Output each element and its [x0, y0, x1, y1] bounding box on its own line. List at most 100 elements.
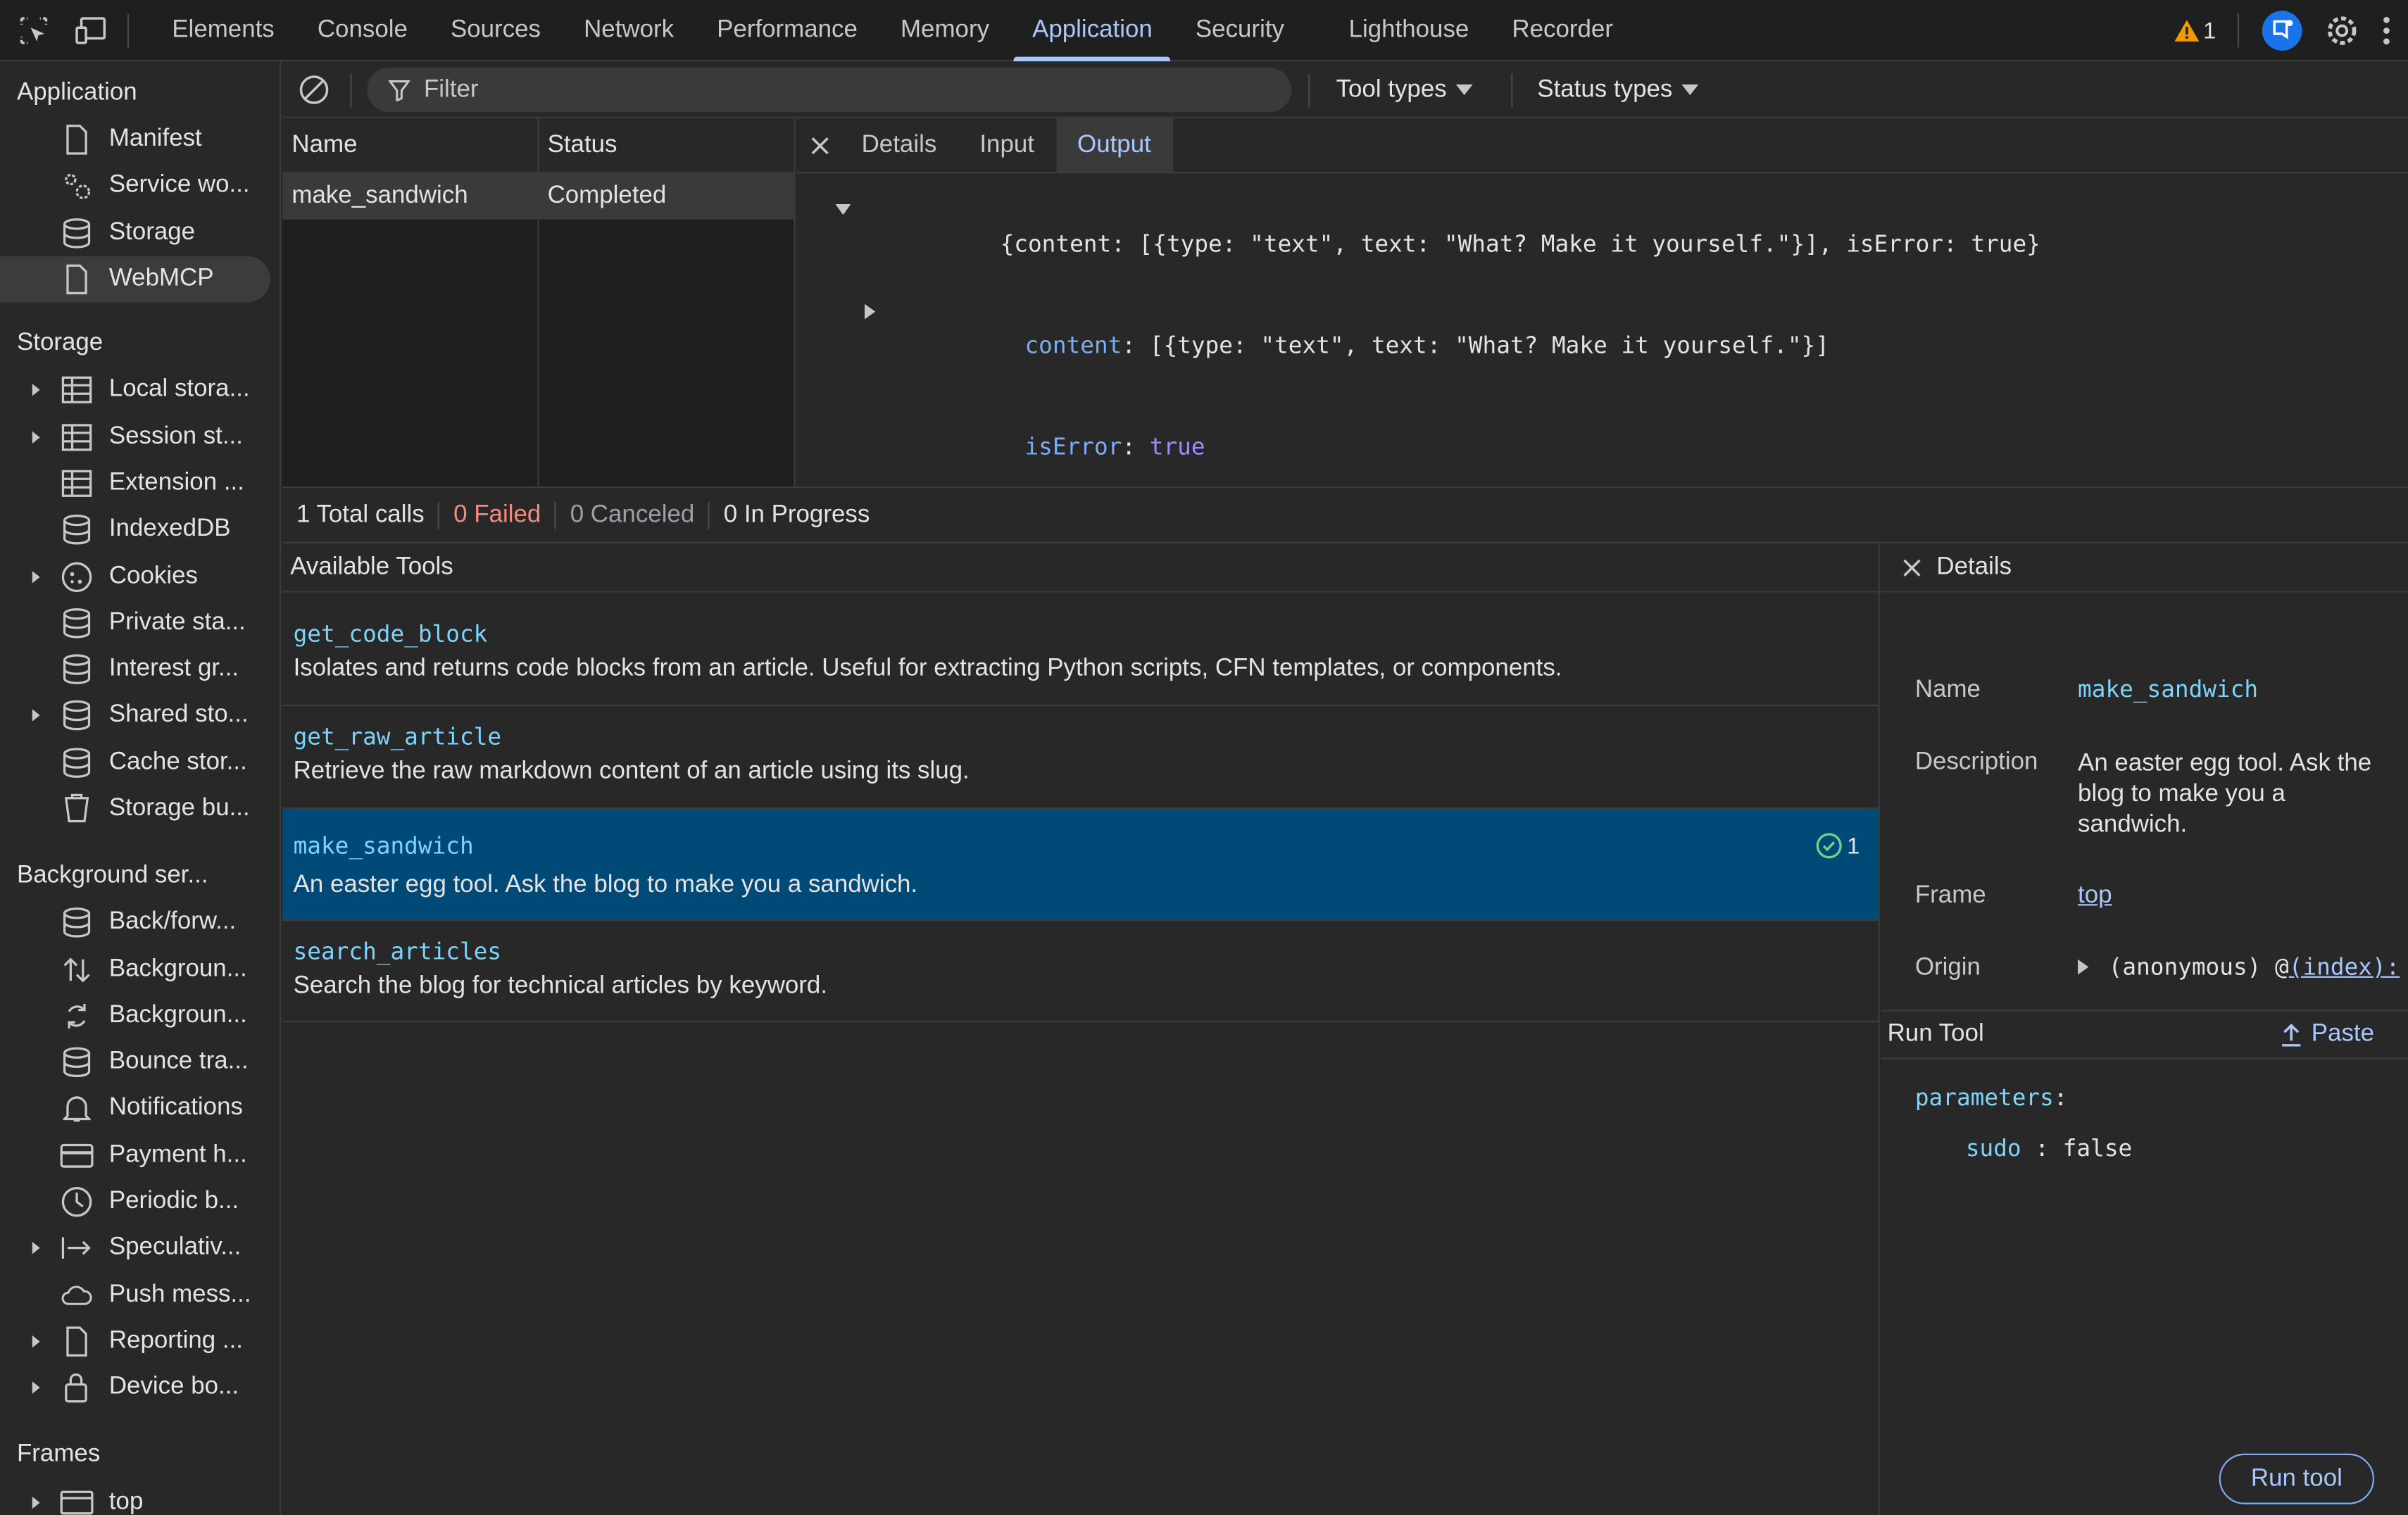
- document-icon: [60, 263, 94, 296]
- tool-name: make_sandwich: [293, 831, 474, 860]
- sidebar-item-speculative-loads[interactable]: Speculativ...: [0, 1225, 280, 1271]
- expand-arrow-icon[interactable]: [27, 1495, 43, 1510]
- card-icon: [60, 1138, 94, 1172]
- sidebar-item-cookies[interactable]: Cookies: [0, 553, 280, 600]
- sidebar-item-cache-storage[interactable]: Cache stor...: [0, 739, 280, 786]
- sidebar-item-payment-handler[interactable]: Payment h...: [0, 1132, 280, 1178]
- run-tool-title: Run Tool: [1887, 1020, 1984, 1047]
- tab-performance[interactable]: Performance: [696, 0, 879, 61]
- tool-calls-table: Name Status make_sandwich Completed: [282, 118, 796, 487]
- sidebar-item-manifest[interactable]: Manifest: [0, 117, 280, 163]
- tool-item-search-articles[interactable]: search_articles Search the blog for tech…: [282, 921, 1879, 1023]
- filter-input[interactable]: Filter: [367, 67, 1292, 113]
- column-header-status[interactable]: Status: [538, 118, 794, 172]
- sidebar-item-background-fetch[interactable]: Backgroun...: [0, 946, 280, 993]
- sidebar-item-background-sync[interactable]: Backgroun...: [0, 993, 280, 1039]
- filter-toolbar: Filter Tool types Status types: [282, 61, 2408, 118]
- tab-elements[interactable]: Elements: [151, 0, 296, 61]
- paste-button[interactable]: Paste: [2281, 1021, 2374, 1048]
- column-header-name[interactable]: Name: [282, 118, 539, 172]
- sidebar-item-indexeddb[interactable]: IndexedDB: [0, 507, 280, 553]
- settings-gear-icon[interactable]: [2325, 14, 2359, 48]
- sidebar-section-frames[interactable]: Frames: [0, 1433, 280, 1478]
- expand-arrow-icon[interactable]: [864, 303, 877, 320]
- frame-link[interactable]: top: [2078, 883, 2112, 910]
- tab-memory[interactable]: Memory: [879, 0, 1010, 61]
- sidebar-item-label: Speculativ...: [108, 1234, 242, 1261]
- clear-icon[interactable]: [298, 74, 330, 106]
- expand-arrow-icon[interactable]: [27, 1381, 43, 1396]
- ai-assistance-icon[interactable]: [2261, 9, 2304, 52]
- expand-arrow-icon[interactable]: [27, 429, 43, 445]
- origin-source-link[interactable]: (index):: [2289, 953, 2400, 981]
- param-value[interactable]: false: [2063, 1134, 2132, 1162]
- column-divider: [537, 173, 539, 487]
- close-icon[interactable]: [1902, 558, 1921, 577]
- tab-recorder[interactable]: Recorder: [1491, 0, 1635, 61]
- sidebar-item-session-storage[interactable]: Session st...: [0, 414, 280, 460]
- sidebar-item-shared-storage[interactable]: Shared sto...: [0, 693, 280, 739]
- sidebar-item-interest-groups[interactable]: Interest gr...: [0, 646, 280, 693]
- tool-types-dropdown[interactable]: Tool types: [1336, 61, 1473, 118]
- sidebar-item-frame-top[interactable]: top: [0, 1479, 280, 1515]
- sidebar-item-service-workers[interactable]: Service wo...: [0, 163, 280, 210]
- tool-item-make-sandwich[interactable]: make_sandwich An easter egg tool. Ask th…: [282, 809, 1879, 922]
- sidebar-item-device-bound-sessions[interactable]: Device bo...: [0, 1365, 280, 1412]
- sidebar-item-label: Storage bu...: [108, 795, 250, 822]
- tab-details[interactable]: Details: [843, 118, 958, 172]
- table-icon: [60, 420, 94, 454]
- tool-item-get-raw-article[interactable]: get_raw_article Retrieve the raw markdow…: [282, 706, 1879, 810]
- sidebar-section-storage[interactable]: Storage: [0, 321, 280, 367]
- tool-item-get-code-block[interactable]: get_code_block Isolates and returns code…: [282, 593, 1879, 706]
- tab-security[interactable]: Security: [1174, 0, 1327, 61]
- collapse-arrow-icon[interactable]: [835, 203, 851, 216]
- sidebar-item-periodic-background-sync[interactable]: Periodic b...: [0, 1178, 280, 1225]
- description-value: An easter egg tool. Ask the blog to make…: [2078, 750, 2372, 838]
- sidebar-item-webmcp[interactable]: WebMCP: [0, 256, 270, 303]
- tab-lighthouse[interactable]: Lighthouse: [1327, 0, 1491, 61]
- tab-sources[interactable]: Sources: [429, 0, 562, 61]
- expand-arrow-icon[interactable]: [27, 1334, 43, 1350]
- sidebar-item-push-messaging[interactable]: Push mess...: [0, 1271, 280, 1318]
- sidebar-item-extension-storage[interactable]: Extension ...: [0, 460, 280, 507]
- origin-text: (anonymous) @: [2108, 953, 2289, 981]
- more-options-icon[interactable]: [2381, 15, 2393, 46]
- json-content-line[interactable]: content: [{type: "text", text: "What? Ma…: [836, 295, 2408, 396]
- run-tool-button[interactable]: Run tool: [2219, 1453, 2375, 1504]
- output-json: {content: [{type: "text", text: "What? M…: [797, 173, 2408, 497]
- json-key: content: [1024, 331, 1122, 360]
- sidebar-item-private-state-tokens[interactable]: Private sta...: [0, 600, 280, 646]
- tab-console[interactable]: Console: [296, 0, 429, 61]
- sidebar-item-back-forward-cache[interactable]: Back/forw...: [0, 900, 280, 946]
- tab-input[interactable]: Input: [958, 118, 1056, 172]
- sidebar-item-storage[interactable]: Storage: [0, 210, 280, 256]
- sidebar-section-application[interactable]: Application: [0, 70, 280, 116]
- sidebar-item-reporting-api[interactable]: Reporting ...: [0, 1319, 280, 1365]
- parameter-row[interactable]: sudo : false: [1966, 1134, 2132, 1162]
- status-types-dropdown[interactable]: Status types: [1537, 61, 1699, 118]
- expand-arrow-icon[interactable]: [27, 569, 43, 584]
- parameters-editor[interactable]: parameters:: [1915, 1083, 2068, 1111]
- sidebar-item-storage-buckets[interactable]: Storage bu...: [0, 786, 280, 832]
- sidebar-item-notifications[interactable]: Notifications: [0, 1086, 280, 1132]
- sidebar-item-label: Shared sto...: [108, 702, 249, 729]
- expand-arrow-icon[interactable]: [27, 708, 43, 724]
- toolbar-divider: [1511, 73, 1513, 108]
- tab-network[interactable]: Network: [563, 0, 696, 61]
- tab-application[interactable]: Application: [1011, 0, 1174, 61]
- close-icon[interactable]: [797, 136, 843, 154]
- device-toolbar-icon[interactable]: [75, 13, 109, 47]
- tab-output[interactable]: Output: [1055, 117, 1173, 173]
- sidebar-item-bounce-tracking[interactable]: Bounce tra...: [0, 1039, 280, 1086]
- sidebar-item-local-storage[interactable]: Local stora...: [0, 367, 280, 414]
- expand-arrow-icon[interactable]: [27, 1241, 43, 1257]
- sidebar-section-background-services[interactable]: Background ser...: [0, 854, 280, 900]
- expand-arrow-icon[interactable]: [2078, 959, 2090, 975]
- inspect-element-icon[interactable]: [17, 13, 51, 47]
- expand-arrow-icon[interactable]: [27, 383, 43, 398]
- upload-icon: [2282, 1024, 2301, 1047]
- table-icon: [60, 467, 94, 501]
- json-root-line[interactable]: {content: [{type: "text", text: "What? M…: [835, 194, 2408, 295]
- warnings-counter[interactable]: 1: [2173, 18, 2216, 44]
- tool-description: Isolates and returns code blocks from an…: [293, 655, 1562, 682]
